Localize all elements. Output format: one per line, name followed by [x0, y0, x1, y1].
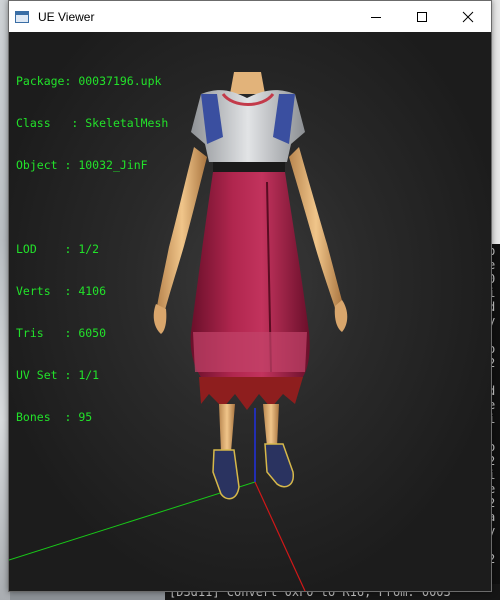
close-button[interactable]	[445, 1, 491, 32]
object-value: 10032_JinF	[78, 158, 148, 172]
window-title: UE Viewer	[38, 9, 95, 24]
class-label: Class	[16, 116, 51, 130]
uvset-value: 1/1	[78, 368, 100, 382]
neck	[230, 72, 265, 94]
bones-value: 95	[78, 410, 93, 424]
axis-x-line	[254, 481, 306, 591]
app-icon	[15, 10, 29, 23]
lod-label: LOD	[16, 242, 37, 256]
minimize-button[interactable]	[353, 1, 399, 32]
object-label: Object	[16, 158, 58, 172]
ue-viewer-window[interactable]: UE Viewer Package: 00037196.upk Class: …	[8, 0, 492, 592]
left-leg	[219, 404, 235, 452]
title-bar[interactable]: UE Viewer	[9, 1, 491, 32]
class-value: SkeletalMesh	[85, 116, 169, 130]
desktop-background-right	[492, 0, 500, 244]
3d-viewport[interactable]: Package: 00037196.upk Class : SkeletalMe…	[9, 32, 491, 591]
uvset-label: UV Set	[16, 368, 58, 382]
right-shoe	[264, 443, 294, 488]
minimize-icon	[371, 16, 381, 18]
maximize-icon	[417, 11, 427, 22]
right-hand	[334, 300, 348, 332]
package-label: Package	[16, 74, 65, 88]
verts-label: Verts	[16, 284, 51, 298]
tris-value: 6050	[78, 326, 107, 340]
package-value: 00037196.upk	[78, 74, 162, 88]
underskirt	[199, 377, 303, 410]
mesh-info-panel: Package: 00037196.upk Class : SkeletalMe…	[16, 74, 169, 424]
maximize-button[interactable]	[399, 1, 445, 32]
waistband	[213, 162, 285, 172]
right-leg	[263, 404, 279, 447]
skirt-hem-pattern	[193, 332, 307, 372]
left-shoe	[212, 449, 240, 500]
lod-value: 1/2	[78, 242, 100, 256]
bones-label: Bones	[16, 410, 51, 424]
tris-label: Tris	[16, 326, 44, 340]
close-icon	[462, 11, 474, 22]
verts-value: 4106	[78, 284, 107, 298]
axis-y-line	[9, 481, 256, 561]
